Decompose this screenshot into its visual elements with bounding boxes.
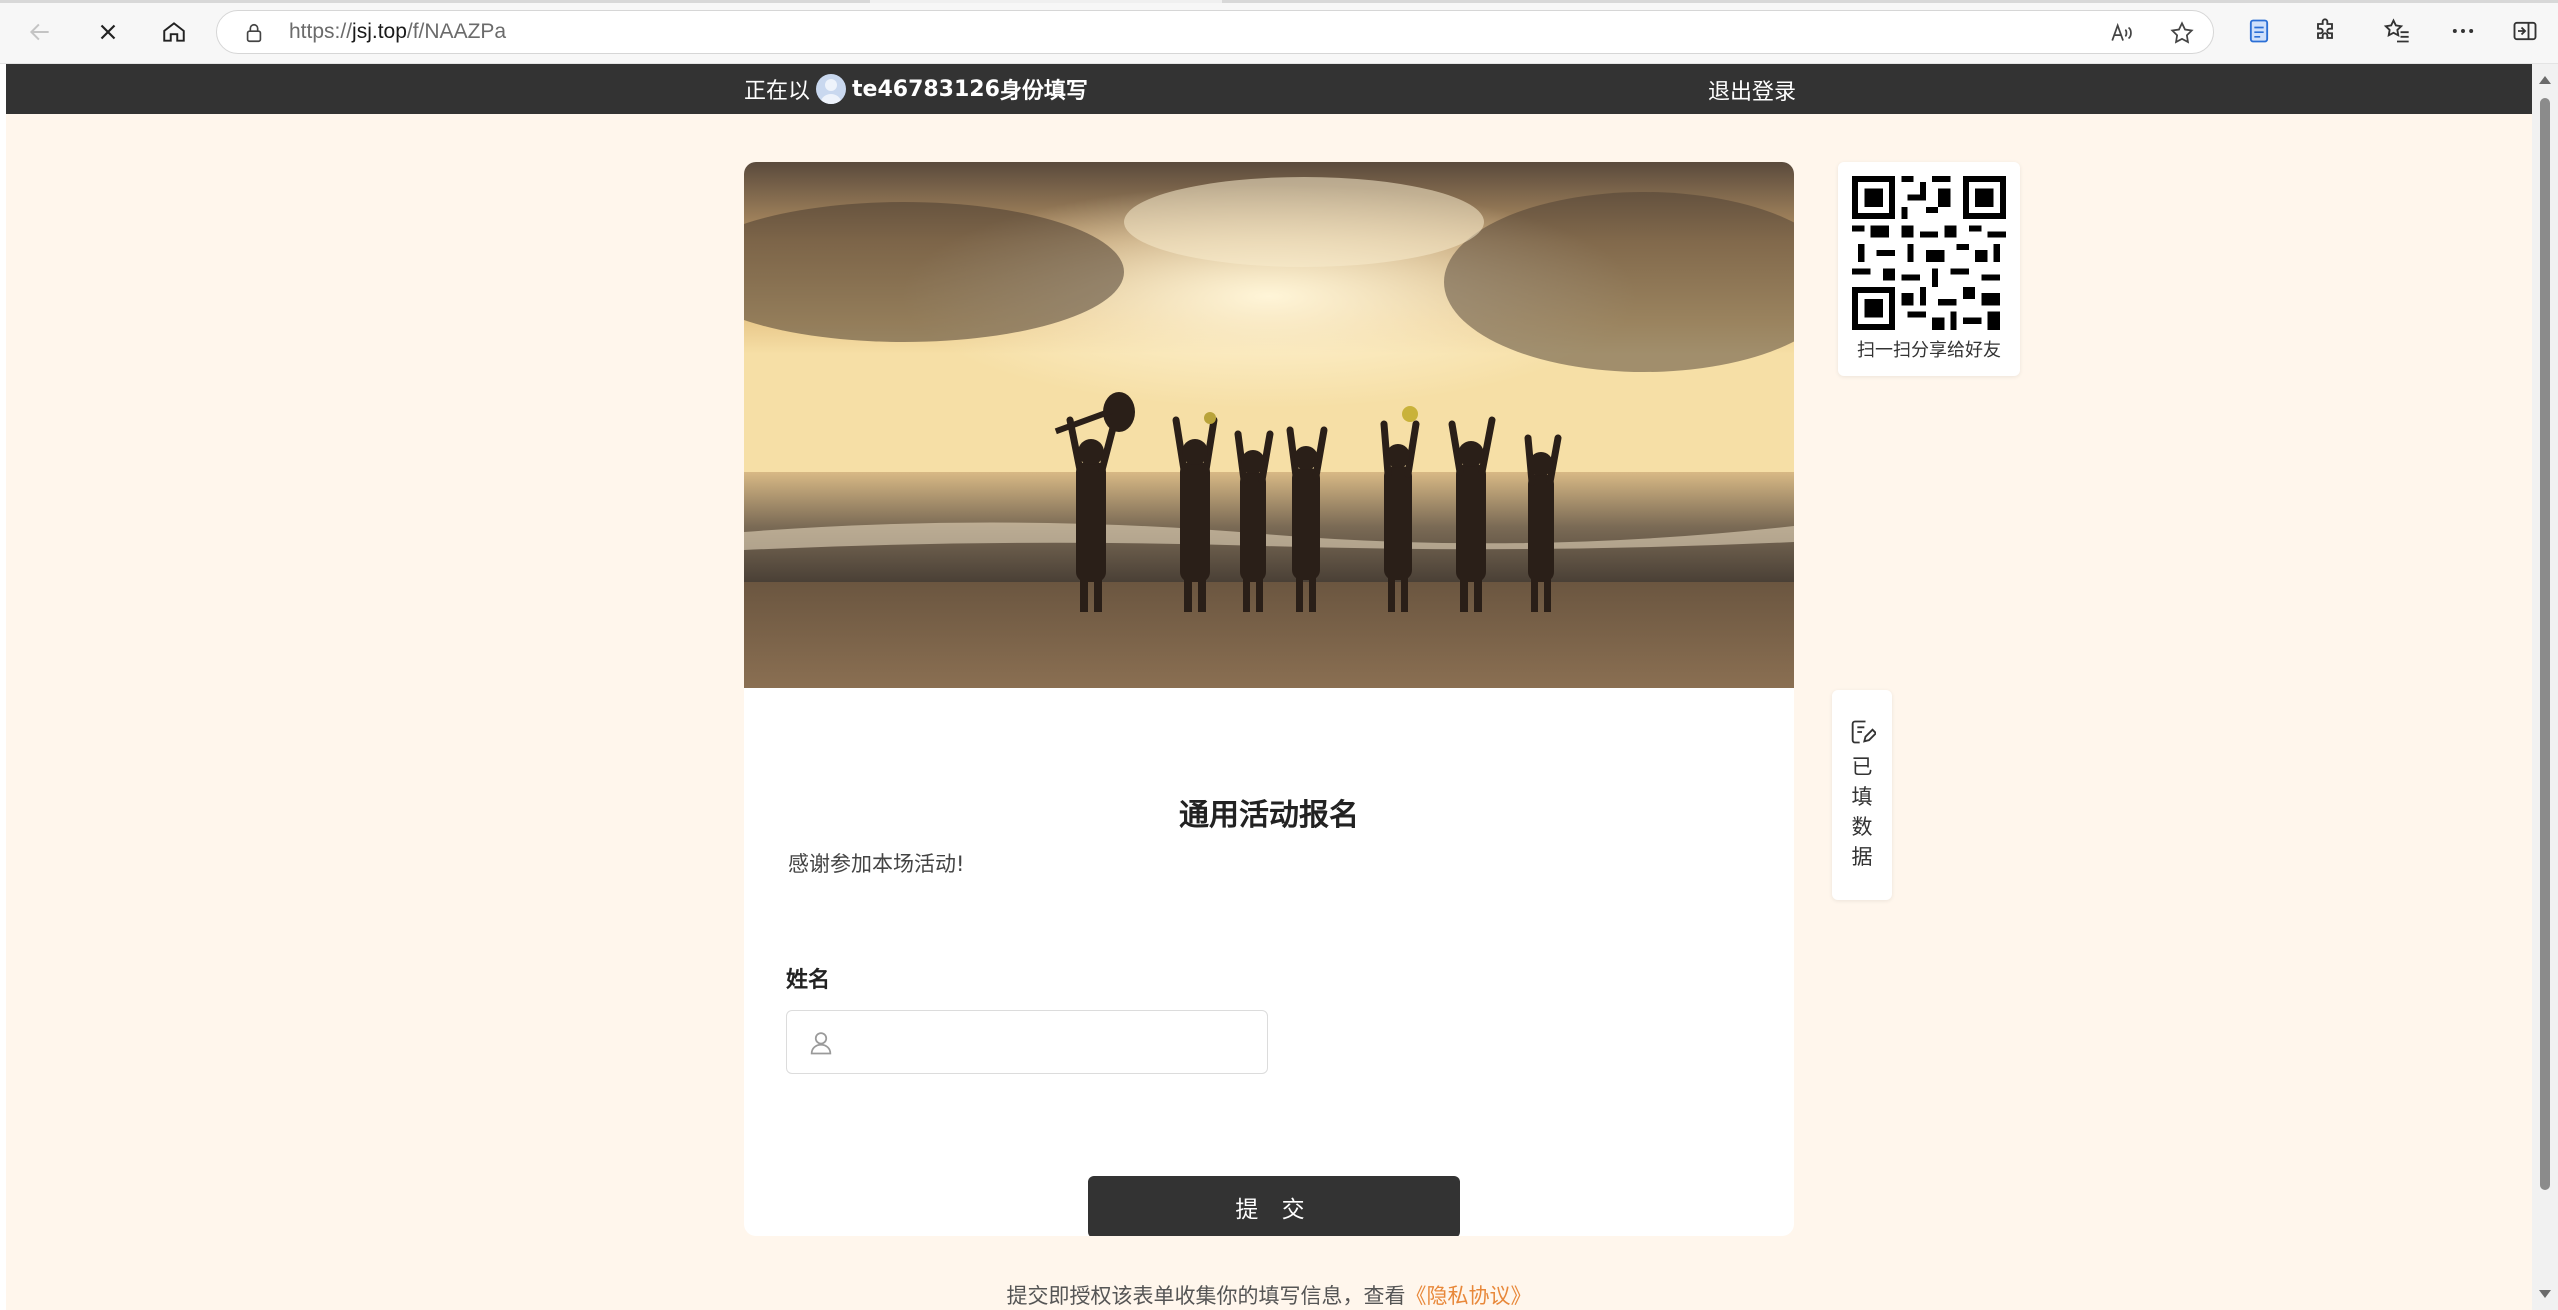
scrollbar[interactable] <box>2532 64 2558 1310</box>
home-button[interactable] <box>154 12 194 52</box>
form-card: 通用活动报名 感谢参加本场活动! 姓名 提 交 举报 <box>744 162 1794 1236</box>
sidebar-toggle-button[interactable] <box>2510 16 2540 46</box>
filling-as-user: 正在以 te46783126 身份填写 <box>744 73 1088 105</box>
name-field-label: 姓名 <box>786 968 831 993</box>
username: te46783126 <box>852 76 1000 102</box>
back-arrow-icon <box>29 23 49 41</box>
qr-code-icon <box>1852 176 2006 330</box>
lock-icon[interactable] <box>243 22 265 44</box>
settings-more-button[interactable] <box>2448 16 2478 46</box>
favorite-star-icon[interactable] <box>2169 20 2195 46</box>
privacy-notice-text: 提交即授权该表单收集你的填写信息，查看 <box>1006 1284 1406 1308</box>
read-aloud-icon[interactable] <box>2109 20 2135 46</box>
puzzle-icon <box>2317 18 2333 39</box>
scroll-up-arrow[interactable] <box>2539 76 2551 84</box>
filled-data-label-char: 据 <box>1851 845 1873 869</box>
name-field[interactable] <box>786 1010 1268 1074</box>
banner-image <box>744 162 1794 688</box>
tab-strip-edge <box>0 0 2558 3</box>
favorites-list-icon <box>2383 18 2409 43</box>
browser-toolbar: https://jsj.top/f/NAAZPa <box>0 0 2558 64</box>
person-icon <box>810 1032 832 1055</box>
more-dots-icon <box>2452 29 2474 33</box>
stop-loading-button[interactable] <box>88 12 128 52</box>
edit-document-icon <box>1851 720 1876 744</box>
avatar <box>816 74 847 104</box>
filled-data-label-char: 填 <box>1851 785 1873 809</box>
logout-link[interactable]: 退出登录 <box>1708 74 1796 106</box>
url-text[interactable]: https://jsj.top/f/NAAZPa <box>289 20 506 44</box>
privacy-policy-link[interactable]: 《隐私协议》 <box>1406 1284 1532 1308</box>
qr-caption: 扫一扫分享给好友 <box>1857 340 2001 361</box>
filled-data-tab[interactable]: 已填数据 <box>1832 690 1892 900</box>
form-description: 感谢参加本场活动! <box>788 852 965 876</box>
filled-data-label-char: 数 <box>1851 815 1873 839</box>
page-viewport: 正在以 te46783126 身份填写 退出登录 通用活动报名 感谢参加本场活动… <box>6 64 2532 1310</box>
scroll-down-arrow[interactable] <box>2539 1290 2551 1298</box>
filling-suffix: 身份填写 <box>999 79 1088 104</box>
filled-data-label: 已填数据 <box>1832 752 1892 872</box>
submit-button[interactable]: 提 交 <box>1088 1176 1460 1236</box>
address-bar[interactable]: https://jsj.top/f/NAAZPa <box>216 10 2214 54</box>
scrollbar-thumb[interactable] <box>2540 98 2550 1190</box>
qr-share-panel: 扫一扫分享给好友 <box>1838 162 2020 376</box>
form-title: 通用活动报名 <box>1179 798 1359 833</box>
document-icon <box>2249 19 2269 43</box>
name-input[interactable] <box>851 1021 1251 1063</box>
user-avatar-icon <box>820 79 843 104</box>
favorites-button[interactable] <box>2382 16 2412 46</box>
close-icon <box>100 24 116 40</box>
reading-view-button[interactable] <box>2244 16 2274 46</box>
filled-data-label-char: 已 <box>1851 755 1873 779</box>
back-button[interactable] <box>20 12 60 52</box>
filling-prefix: 正在以 <box>744 79 811 104</box>
privacy-footer: 提交即授权该表单收集你的填写信息，查看《隐私协议》 <box>6 1280 2532 1310</box>
sidebar-icon <box>2513 21 2537 41</box>
home-icon <box>163 22 185 42</box>
identity-bar: 正在以 te46783126 身份填写 退出登录 <box>6 64 2532 114</box>
extensions-button[interactable] <box>2310 16 2340 46</box>
